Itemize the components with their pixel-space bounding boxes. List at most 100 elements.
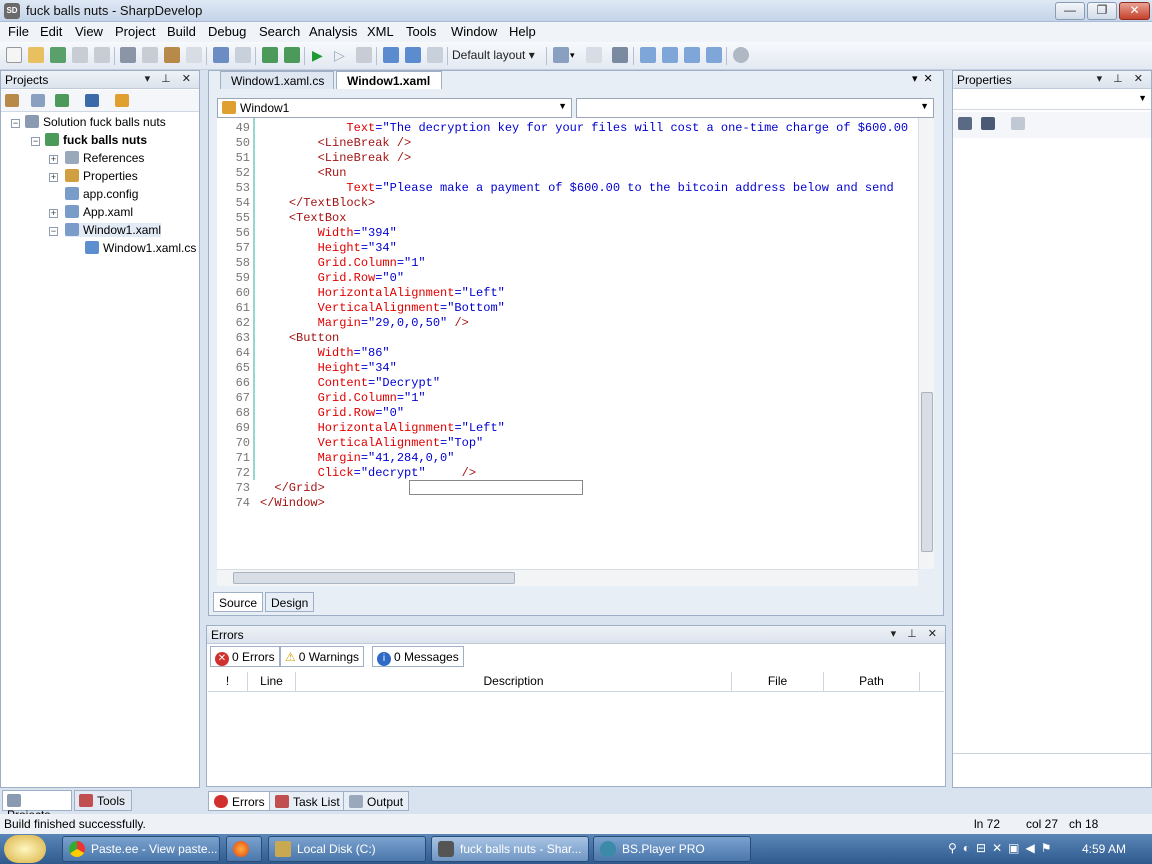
taskbar-item-firefox[interactable] [226,836,262,862]
tab-design[interactable]: Design [265,592,315,612]
class-combo[interactable]: Window1 ▼ [217,98,572,118]
column-header-file[interactable]: File [732,672,824,691]
code-editor[interactable]: 49 Text="The decryption key for your fil… [217,118,918,569]
collapse-icon[interactable]: − [49,227,58,236]
save-icon[interactable] [72,47,88,63]
panel-controls[interactable]: ▾ ⊥ ✕ [891,627,941,640]
messages-filter-button[interactable]: i0 Messages [372,646,464,667]
open-folder-icon[interactable] [115,94,129,107]
refresh-icon[interactable] [55,94,69,107]
window-icon[interactable] [640,47,656,63]
code-line[interactable]: <TextBox [260,211,347,225]
code-line[interactable]: VerticalAlignment="Bottom" [260,301,505,315]
code-line[interactable]: <Button [260,331,339,345]
step-out-icon[interactable] [427,47,443,63]
menu-build[interactable]: Build [165,24,198,39]
tree-item-app-config[interactable]: app.config [65,187,138,201]
code-line[interactable]: Width="86" [260,346,390,360]
code-line[interactable]: Height="34" [260,361,397,375]
panel-controls[interactable]: ▾ ⊥ ✕ [1097,72,1147,85]
menu-tools[interactable]: Tools [404,24,438,39]
horizontal-scrollbar[interactable] [217,569,918,586]
tab-window1-xaml-cs[interactable]: Window1.xaml.cs [220,71,334,89]
undo-icon[interactable] [213,47,229,63]
run-without-debug-icon[interactable]: ▷ [334,47,350,63]
folder-icon[interactable] [5,94,19,107]
scroll-thumb[interactable] [233,572,515,584]
clock[interactable]: 4:59 AM [1082,842,1126,856]
code-line[interactable]: VerticalAlignment="Top" [260,436,484,450]
sharpdevelop-app-icon[interactable]: SD [4,3,20,19]
properties-object-combo[interactable]: ▼ [953,90,1151,110]
layout-dropdown[interactable]: Default layout ▾ [452,48,535,62]
code-line[interactable]: Margin="29,0,0,50" /> [260,316,469,330]
code-line[interactable]: Click="decrypt" /> [260,466,476,480]
column-header-severity[interactable]: ! [208,672,248,691]
start-button[interactable] [4,835,46,863]
code-line[interactable]: Text="The decryption key for your files … [260,121,908,135]
tab-output[interactable]: Output [343,791,410,811]
taskbar-item-explorer[interactable]: Local Disk (C:) [268,836,426,862]
redo-icon[interactable] [235,47,251,63]
scroll-thumb[interactable] [921,392,933,552]
stop-icon[interactable] [356,47,372,63]
close-button[interactable]: ✕ [1119,2,1150,20]
menu-help[interactable]: Help [507,24,538,39]
taskbar-item-bsplayer[interactable]: BS.Player PRO [593,836,751,862]
errors-filter-button[interactable]: ✕ 0 Errors [210,646,280,667]
window-icon[interactable] [684,47,700,63]
tab-task-list[interactable]: Task List [269,791,346,811]
code-line[interactable]: HorizontalAlignment="Left" [260,421,505,435]
menu-xml[interactable]: XML [365,24,396,39]
cut-icon[interactable] [120,47,136,63]
code-line[interactable]: <LineBreak /> [260,136,412,150]
tree-item-window1-xaml-cs[interactable]: Window1.xaml.cs [85,241,196,255]
editor-tab-controls[interactable]: ▾✕ [912,72,939,85]
minimize-button[interactable]: — [1055,2,1085,20]
tree-item-window1-xaml[interactable]: Window1.xaml [65,223,162,237]
rebuild-icon[interactable] [284,47,300,63]
tree-item-references[interactable]: References [65,151,144,165]
step-over-icon[interactable] [383,47,399,63]
maximize-button[interactable]: ❐ [1087,2,1117,20]
code-line[interactable]: HorizontalAlignment="Left" [260,286,505,300]
properties-icon[interactable] [85,94,99,107]
vertical-scrollbar[interactable] [918,118,934,569]
menu-view[interactable]: View [73,24,105,39]
indent-icon[interactable] [612,47,628,63]
bookmark-icon[interactable] [553,47,569,63]
code-line[interactable]: Height="34" [260,241,397,255]
code-line[interactable]: </Grid> [260,481,324,495]
column-header-description[interactable]: Description [296,672,732,691]
property-pages-icon[interactable] [1011,117,1025,130]
show-all-icon[interactable] [31,94,45,107]
code-line[interactable]: Margin="41,284,0,0" [260,451,455,465]
tree-item-app-xaml[interactable]: App.xaml [65,205,133,219]
tab-projects[interactable]: Projects [2,790,72,822]
expand-icon[interactable]: + [49,173,58,182]
window-icon[interactable] [662,47,678,63]
tab-window1-xaml[interactable]: Window1.xaml [336,71,442,89]
open-icon[interactable] [28,47,44,63]
code-line[interactable]: <Run [260,166,347,180]
tree-solution[interactable]: Solution fuck balls nuts [25,115,166,129]
step-into-icon[interactable] [405,47,421,63]
categorized-icon[interactable] [958,117,972,130]
collapse-icon[interactable]: − [31,137,40,146]
column-header-path[interactable]: Path [824,672,920,691]
copy-icon[interactable] [142,47,158,63]
sort-alphabetical-icon[interactable] [981,117,995,130]
code-line[interactable]: Width="394" [260,226,397,240]
taskbar-item-sharpdevelop[interactable]: fuck balls nuts - Shar... [431,836,589,862]
menu-file[interactable]: File [6,24,31,39]
code-line[interactable]: </Window> [260,496,325,510]
autocomplete-popup[interactable] [409,480,583,495]
collapse-icon[interactable]: − [11,119,20,128]
code-line[interactable]: <LineBreak /> [260,151,412,165]
code-line[interactable]: Grid.Row="0" [260,406,404,420]
paste-icon[interactable] [164,47,180,63]
member-combo[interactable]: ▼ [576,98,934,118]
window-icon[interactable] [706,47,722,63]
menu-analysis[interactable]: Analysis [307,24,359,39]
code-line[interactable]: Grid.Column="1" [260,256,426,270]
